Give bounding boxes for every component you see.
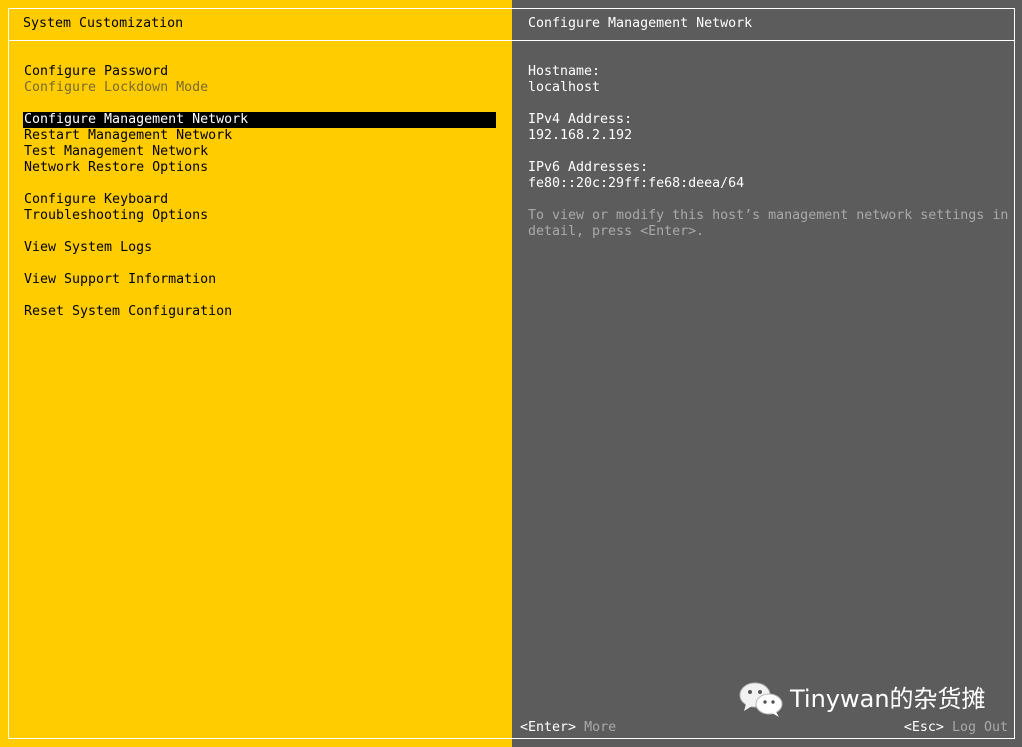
hostname-value: localhost — [528, 80, 601, 95]
menu-item-configure-lockdown-mode[interactable]: Configure Lockdown Mode — [23, 80, 496, 96]
system-customization-panel: System Customization Configure Password … — [0, 0, 512, 747]
menu-spacer — [23, 224, 496, 240]
esc-key-label: <Esc> — [903, 720, 944, 735]
enter-key-label: <Enter> — [520, 720, 577, 735]
menu-item-view-support-information[interactable]: View Support Information — [23, 272, 496, 288]
menu-spacer — [23, 288, 496, 304]
details-title: Configure Management Network — [528, 16, 753, 31]
ipv4-label: IPv4 Address: — [528, 112, 633, 127]
menu-spacer — [23, 256, 496, 272]
details-spacer — [528, 96, 1010, 112]
menu-item-view-system-logs[interactable]: View System Logs — [23, 240, 496, 256]
menu-item-configure-management-network[interactable]: Configure Management Network — [23, 112, 496, 128]
ipv6-value: fe80::20c:29ff:fe68:deea/64 — [528, 176, 745, 191]
more-action-label: More — [584, 720, 617, 735]
watermark-text: Tinywan的杂货摊 — [790, 685, 986, 713]
edit-hint-text: To view or modify this host’s management… — [528, 208, 1009, 239]
watermark: Tinywan的杂货摊 — [738, 680, 986, 718]
menu-item-troubleshooting-options[interactable]: Troubleshooting Options — [23, 208, 496, 224]
title-divider — [9, 40, 512, 41]
panel-title: System Customization — [23, 16, 184, 31]
ipv4-value: 192.168.2.192 — [528, 128, 633, 143]
hostname-label: Hostname: — [528, 64, 601, 79]
menu-spacer — [23, 176, 496, 192]
menu-item-test-management-network[interactable]: Test Management Network — [23, 144, 496, 160]
logout-hint[interactable]: <Esc> Log Out — [904, 720, 1008, 736]
menu-item-configure-keyboard[interactable]: Configure Keyboard — [23, 192, 496, 208]
menu-item-network-restore-options[interactable]: Network Restore Options — [23, 160, 496, 176]
network-details: Hostname: localhost IPv4 Address: 192.16… — [528, 64, 1010, 240]
customization-menu: Configure Password Configure Lockdown Mo… — [23, 64, 496, 320]
management-network-details-panel: Configure Management Network Hostname: l… — [512, 0, 1022, 747]
logout-action-label: Log Out — [951, 720, 1008, 735]
details-spacer — [528, 144, 1010, 160]
menu-spacer — [23, 96, 496, 112]
more-hint[interactable]: <Enter> More — [520, 720, 616, 736]
menu-item-reset-system-configuration[interactable]: Reset System Configuration — [23, 304, 496, 320]
details-title-divider — [512, 40, 1015, 41]
menu-item-restart-management-network[interactable]: Restart Management Network — [23, 128, 496, 144]
menu-item-configure-password[interactable]: Configure Password — [23, 64, 496, 80]
wechat-icon — [738, 680, 784, 718]
ipv6-label: IPv6 Addresses: — [528, 160, 649, 175]
details-spacer — [528, 192, 1010, 208]
